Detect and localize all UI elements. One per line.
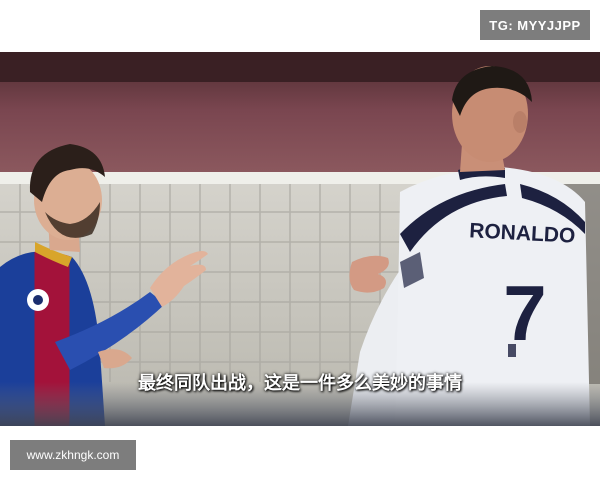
video-frame: RONALDO 7 最终同队出战，这是一件多么美妙的事情 [0,52,600,426]
juventus-crest [508,344,516,357]
jersey-number: 7 [503,269,546,357]
watermark-badge: TG: MYYJJPP [480,10,590,40]
website-watermark: www.zkhngk.com [10,440,136,470]
video-subtitle: 最终同队出战，这是一件多么美妙的事情 [138,373,462,394]
